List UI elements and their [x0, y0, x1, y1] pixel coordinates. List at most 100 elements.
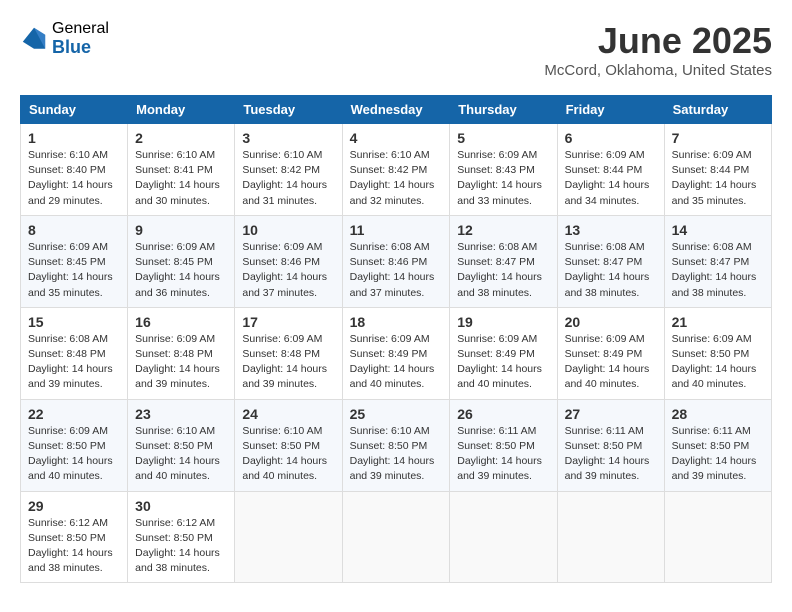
cell-info: Sunrise: 6:10 AM Sunset: 8:41 PM Dayligh… — [135, 148, 227, 209]
day-number: 20 — [565, 314, 657, 330]
title-block: June 2025 McCord, Oklahoma, United State… — [544, 20, 772, 79]
day-number: 8 — [28, 222, 120, 238]
day-number: 5 — [457, 130, 549, 146]
day-number: 2 — [135, 130, 227, 146]
day-of-week-header: Saturday — [664, 96, 771, 124]
calendar-cell: 25Sunrise: 6:10 AM Sunset: 8:50 PM Dayli… — [342, 399, 450, 491]
logo-general: General — [52, 20, 109, 38]
calendar-cell: 20 Sunrise: 6:09 AM Sunset: 8:49 PM Dayli… — [557, 307, 664, 399]
cell-info: Sunrise: 6:08 AM Sunset: 8:48 PM Dayligh… — [28, 332, 120, 393]
cell-info: Sunrise: 6:09 AM Sunset: 8:50 PM Dayligh… — [672, 332, 764, 393]
day-number: 15 — [28, 314, 120, 330]
day-number: 21 — [672, 314, 764, 330]
day-of-week-header: Monday — [128, 96, 235, 124]
day-number: 3 — [242, 130, 334, 146]
day-of-week-header: Friday — [557, 96, 664, 124]
cell-info: Sunrise: 6:10 AM Sunset: 8:40 PM Dayligh… — [28, 148, 120, 209]
cell-info: Sunrise: 6:09 AM Sunset: 8:49 PM Dayligh… — [350, 332, 443, 393]
cell-info: Sunrise: 6:08 AM Sunset: 8:47 PM Dayligh… — [457, 240, 549, 301]
day-number: 28 — [672, 406, 764, 422]
month-title: June 2025 — [544, 20, 772, 62]
cell-info: Sunrise: 6:09 AM Sunset: 8:49 PM Dayligh… — [565, 332, 657, 393]
calendar-cell — [664, 491, 771, 583]
day-number: 29 — [28, 498, 120, 514]
calendar-cell — [450, 491, 557, 583]
cell-info: Sunrise: 6:10 AM Sunset: 8:50 PM Dayligh… — [135, 424, 227, 485]
day-number: 14 — [672, 222, 764, 238]
calendar-cell: 6Sunrise: 6:09 AM Sunset: 8:44 PM Daylig… — [557, 124, 664, 216]
day-number: 17 — [242, 314, 334, 330]
day-number: 7 — [672, 130, 764, 146]
day-number: 27 — [565, 406, 657, 422]
day-number: 12 — [457, 222, 549, 238]
calendar-cell: 29 Sunrise: 6:12 AM Sunset: 8:50 PM Dayli… — [21, 491, 128, 583]
day-number: 1 — [28, 130, 120, 146]
calendar-cell: 13Sunrise: 6:08 AM Sunset: 8:47 PM Dayli… — [557, 215, 664, 307]
cell-info: Sunrise: 6:09 AM Sunset: 8:46 PM Dayligh… — [242, 240, 334, 301]
calendar-cell: 8 Sunrise: 6:09 AM Sunset: 8:45 PM Daylig… — [21, 215, 128, 307]
calendar-cell: 26 Sunrise: 6:11 AM Sunset: 8:50 PM Dayli… — [450, 399, 557, 491]
day-number: 13 — [565, 222, 657, 238]
calendar-cell: 15 Sunrise: 6:08 AM Sunset: 8:48 PM Dayli… — [21, 307, 128, 399]
day-number: 10 — [242, 222, 334, 238]
day-of-week-header: Tuesday — [235, 96, 342, 124]
day-of-week-header: Sunday — [21, 96, 128, 124]
cell-info: Sunrise: 6:09 AM Sunset: 8:50 PM Dayligh… — [28, 424, 120, 485]
cell-info: Sunrise: 6:11 AM Sunset: 8:50 PM Dayligh… — [672, 424, 764, 485]
calendar-cell: 21 Sunrise: 6:09 AM Sunset: 8:50 PM Dayli… — [664, 307, 771, 399]
cell-info: Sunrise: 6:09 AM Sunset: 8:48 PM Dayligh… — [242, 332, 334, 393]
calendar-cell: 22 Sunrise: 6:09 AM Sunset: 8:50 PM Dayli… — [21, 399, 128, 491]
cell-info: Sunrise: 6:12 AM Sunset: 8:50 PM Dayligh… — [135, 516, 227, 577]
calendar-cell — [235, 491, 342, 583]
calendar-cell: 19Sunrise: 6:09 AM Sunset: 8:49 PM Dayli… — [450, 307, 557, 399]
page-header: General Blue June 2025 McCord, Oklahoma,… — [20, 20, 772, 79]
day-number: 24 — [242, 406, 334, 422]
day-number: 16 — [135, 314, 227, 330]
logo-blue: Blue — [52, 38, 109, 58]
calendar-cell: 18 Sunrise: 6:09 AM Sunset: 8:49 PM Dayli… — [342, 307, 450, 399]
day-number: 4 — [350, 130, 443, 146]
cell-info: Sunrise: 6:09 AM Sunset: 8:44 PM Dayligh… — [672, 148, 764, 209]
calendar-cell: 28 Sunrise: 6:11 AM Sunset: 8:50 PM Dayli… — [664, 399, 771, 491]
logo-text: General Blue — [52, 20, 109, 57]
calendar-cell: 5Sunrise: 6:09 AM Sunset: 8:43 PM Daylig… — [450, 124, 557, 216]
cell-info: Sunrise: 6:09 AM Sunset: 8:48 PM Dayligh… — [135, 332, 227, 393]
day-number: 9 — [135, 222, 227, 238]
cell-info: Sunrise: 6:10 AM Sunset: 8:42 PM Dayligh… — [350, 148, 443, 209]
calendar-week-row: 1 Sunrise: 6:10 AM Sunset: 8:40 PM Daylig… — [21, 124, 772, 216]
cell-info: Sunrise: 6:09 AM Sunset: 8:44 PM Dayligh… — [565, 148, 657, 209]
calendar-week-row: 15 Sunrise: 6:08 AM Sunset: 8:48 PM Dayli… — [21, 307, 772, 399]
calendar-cell: 4 Sunrise: 6:10 AM Sunset: 8:42 PM Daylig… — [342, 124, 450, 216]
calendar-week-row: 8 Sunrise: 6:09 AM Sunset: 8:45 PM Daylig… — [21, 215, 772, 307]
day-number: 25 — [350, 406, 443, 422]
calendar-cell: 24 Sunrise: 6:10 AM Sunset: 8:50 PM Dayli… — [235, 399, 342, 491]
day-of-week-header: Thursday — [450, 96, 557, 124]
calendar-cell: 3 Sunrise: 6:10 AM Sunset: 8:42 PM Daylig… — [235, 124, 342, 216]
calendar-cell: 27 Sunrise: 6:11 AM Sunset: 8:50 PM Dayli… — [557, 399, 664, 491]
cell-info: Sunrise: 6:10 AM Sunset: 8:50 PM Dayligh… — [242, 424, 334, 485]
cell-info: Sunrise: 6:11 AM Sunset: 8:50 PM Dayligh… — [565, 424, 657, 485]
day-of-week-header: Wednesday — [342, 96, 450, 124]
day-number: 23 — [135, 406, 227, 422]
logo-icon — [20, 25, 48, 53]
calendar-cell — [557, 491, 664, 583]
calendar-cell: 14 Sunrise: 6:08 AM Sunset: 8:47 PM Dayli… — [664, 215, 771, 307]
cell-info: Sunrise: 6:08 AM Sunset: 8:46 PM Dayligh… — [350, 240, 443, 301]
day-number: 30 — [135, 498, 227, 514]
calendar-week-row: 29 Sunrise: 6:12 AM Sunset: 8:50 PM Dayli… — [21, 491, 772, 583]
calendar-table: SundayMondayTuesdayWednesdayThursdayFrid… — [20, 95, 772, 583]
day-number: 11 — [350, 222, 443, 238]
cell-info: Sunrise: 6:09 AM Sunset: 8:45 PM Dayligh… — [135, 240, 227, 301]
cell-info: Sunrise: 6:11 AM Sunset: 8:50 PM Dayligh… — [457, 424, 549, 485]
cell-info: Sunrise: 6:08 AM Sunset: 8:47 PM Dayligh… — [672, 240, 764, 301]
cell-info: Sunrise: 6:12 AM Sunset: 8:50 PM Dayligh… — [28, 516, 120, 577]
day-number: 19 — [457, 314, 549, 330]
day-number: 22 — [28, 406, 120, 422]
cell-info: Sunrise: 6:09 AM Sunset: 8:45 PM Dayligh… — [28, 240, 120, 301]
calendar-cell: 2 Sunrise: 6:10 AM Sunset: 8:41 PM Daylig… — [128, 124, 235, 216]
cell-info: Sunrise: 6:10 AM Sunset: 8:42 PM Dayligh… — [242, 148, 334, 209]
day-number: 18 — [350, 314, 443, 330]
calendar-cell: 16 Sunrise: 6:09 AM Sunset: 8:48 PM Dayli… — [128, 307, 235, 399]
day-number: 26 — [457, 406, 549, 422]
calendar-cell: 23 Sunrise: 6:10 AM Sunset: 8:50 PM Dayli… — [128, 399, 235, 491]
